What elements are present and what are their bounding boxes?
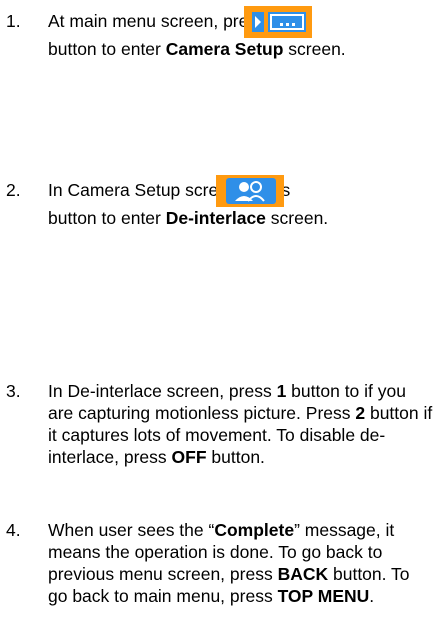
step-number: 3. (6, 381, 21, 401)
button-1-label: 1 (276, 381, 287, 401)
camera-menu-icon (244, 6, 312, 38)
button-2-label: 2 (355, 403, 366, 423)
step-number: 2. (6, 180, 21, 200)
step-number: 1. (6, 11, 21, 31)
step-1: 1. At main menu screen, press the button… (0, 6, 438, 70)
off-button-label: OFF (171, 447, 207, 467)
step-1-line-2: button to enter Camera Setup screen. (48, 39, 346, 59)
step-2: 2. In Camera Setup screen, press button … (0, 175, 438, 239)
de-interlace-label: De-interlace (165, 208, 266, 228)
step-4: 4. When user sees the “Complete” message… (0, 519, 438, 634)
camera-menu-button (244, 6, 312, 38)
complete-label: Complete (214, 520, 295, 540)
step-3-text: In De-interlace screen, press 1 button t… (48, 381, 433, 467)
back-button-label: BACK (277, 564, 329, 584)
camera-setup-icon (216, 175, 284, 207)
step-4-text: When user sees the “Complete” message, i… (48, 520, 410, 606)
step-3: 3. In De-interlace screen, press 1 butto… (0, 380, 438, 490)
camera-setup-label: Camera Setup (165, 39, 284, 59)
step-number: 4. (6, 520, 21, 540)
top-menu-label: TOP MENU (277, 586, 370, 606)
camera-setup-button (216, 175, 284, 207)
step-2-line-2: button to enter De-interlace screen. (48, 208, 329, 228)
